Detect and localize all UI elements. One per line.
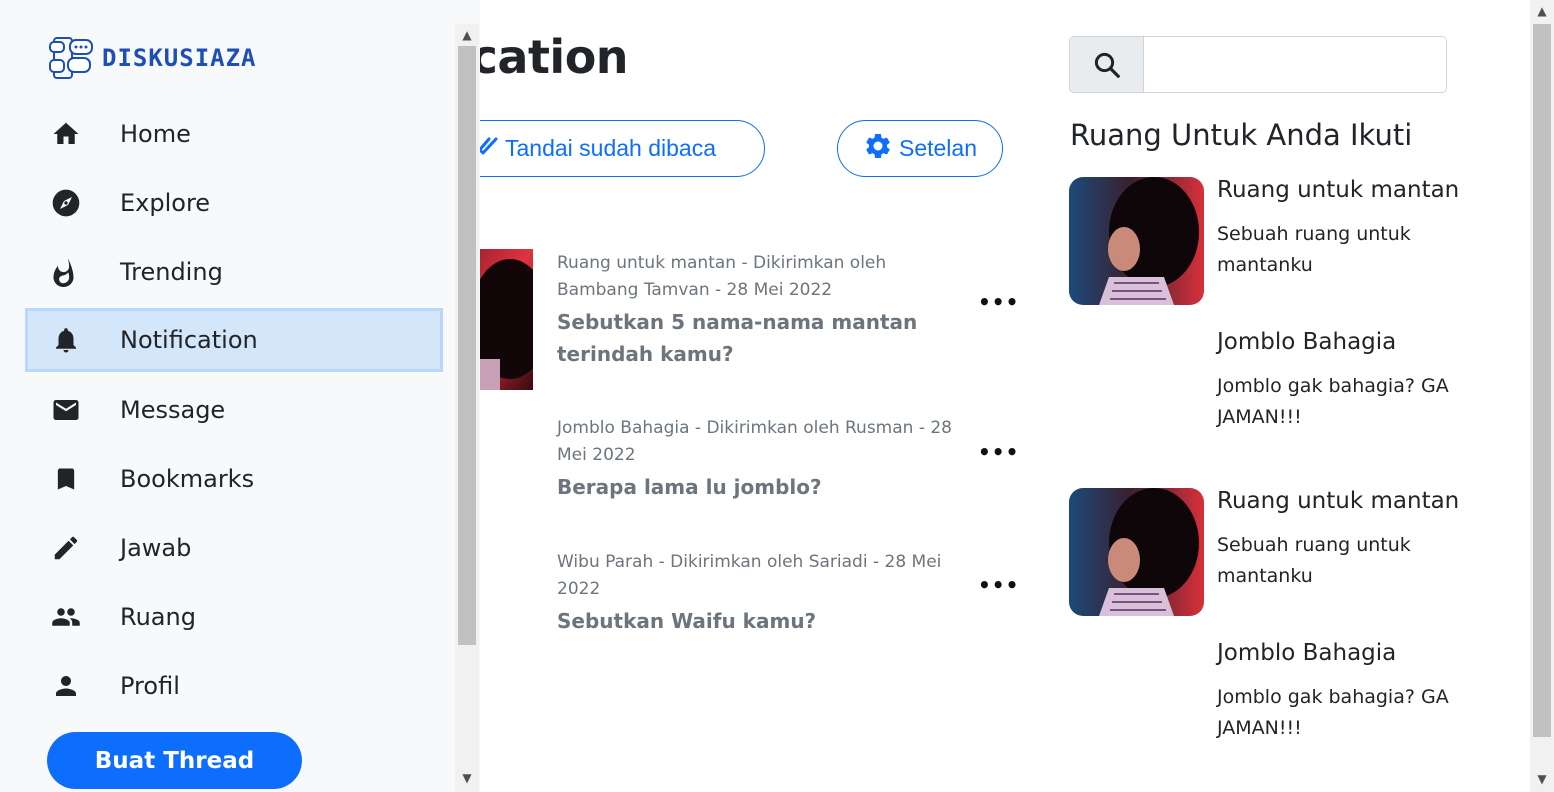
rooms-to-follow-title: Ruang Untuk Anda Ikuti bbox=[1070, 118, 1413, 152]
settings-button[interactable]: Setelan bbox=[837, 120, 1003, 177]
pencil-icon bbox=[49, 531, 83, 565]
people-icon bbox=[49, 600, 83, 634]
mail-icon bbox=[49, 393, 83, 427]
room-name[interactable]: Ruang untuk mantan bbox=[1217, 177, 1459, 203]
sidebar-item-label: Jawab bbox=[120, 534, 192, 562]
sidebar-item-label: Notification bbox=[120, 326, 258, 354]
notification-meta: Jomblo Bahagia - Dikirimkan oleh Rusman … bbox=[557, 418, 953, 465]
search-icon[interactable] bbox=[1070, 37, 1144, 92]
sidebar-item-label: Explore bbox=[120, 189, 211, 217]
sidebar-item-label: Message bbox=[120, 396, 226, 424]
sidebar-scroll-thumb[interactable] bbox=[458, 46, 476, 645]
more-options-icon[interactable]: ••• bbox=[978, 573, 1019, 597]
search-box[interactable] bbox=[1069, 36, 1447, 93]
sidebar-item-jawab[interactable]: Jawab bbox=[25, 516, 443, 580]
sidebar-item-label: Trending bbox=[120, 258, 223, 286]
notification-item[interactable]: Ruang untuk mantan - Dikirimkan oleh Bam… bbox=[557, 250, 967, 370]
mark-read-label: Tandai sudah dibaca bbox=[505, 135, 716, 161]
sidebar-item-label: Profil bbox=[120, 672, 180, 700]
room-description: Sebuah ruang untuk mantanku bbox=[1217, 534, 1411, 587]
sidebar-item-trending[interactable]: Trending bbox=[25, 240, 443, 304]
gear-icon bbox=[863, 131, 893, 167]
notification-item[interactable]: Wibu Parah - Dikirimkan oleh Sariadi - 2… bbox=[557, 549, 967, 637]
room-thumbnail bbox=[1069, 177, 1204, 305]
sidebar-scrollbar[interactable]: ▲ ▼ bbox=[455, 24, 479, 792]
room-suggestion[interactable]: Jomblo Bahagia Jomblo gak bahagia? GA JA… bbox=[1069, 640, 1489, 780]
fire-icon bbox=[49, 255, 83, 289]
sidebar-item-label: Bookmarks bbox=[120, 465, 255, 493]
brand-logo[interactable]: DISKUSIAZA bbox=[48, 34, 257, 82]
home-icon bbox=[49, 117, 83, 151]
room-suggestion[interactable]: Jomblo Bahagia Jomblo gak bahagia? GA JA… bbox=[1069, 329, 1489, 469]
bell-icon bbox=[49, 323, 83, 357]
notification-question[interactable]: Berapa lama lu jomblo? bbox=[557, 471, 967, 503]
scroll-down-arrow-icon[interactable]: ▼ bbox=[1530, 772, 1554, 786]
notification-question[interactable]: Sebutkan Waifu kamu? bbox=[557, 605, 967, 637]
room-description: Jomblo gak bahagia? GA JAMAN!!! bbox=[1217, 375, 1449, 428]
room-name[interactable]: Jomblo Bahagia bbox=[1217, 329, 1396, 355]
room-description: Sebuah ruang untuk mantanku bbox=[1217, 223, 1411, 276]
sidebar-item-label: Home bbox=[120, 120, 191, 148]
scroll-up-arrow-icon[interactable]: ▲ bbox=[455, 28, 479, 42]
room-thumbnail bbox=[1069, 488, 1204, 616]
scroll-down-arrow-icon[interactable]: ▼ bbox=[455, 771, 479, 785]
more-options-icon[interactable]: ••• bbox=[978, 440, 1019, 464]
bookmark-icon bbox=[49, 462, 83, 496]
page-scroll-thumb[interactable] bbox=[1533, 24, 1551, 737]
more-options-icon[interactable]: ••• bbox=[978, 290, 1019, 314]
notification-question[interactable]: Sebutkan 5 nama-nama mantan terindah kam… bbox=[557, 306, 967, 370]
sidebar-item-explore[interactable]: Explore bbox=[25, 171, 443, 235]
room-suggestion[interactable]: Ruang untuk mantan Sebuah ruang untuk ma… bbox=[1069, 488, 1489, 628]
chat-bubbles-icon bbox=[49, 37, 93, 79]
room-description: Jomblo gak bahagia? GA JAMAN!!! bbox=[1217, 686, 1449, 739]
notification-item[interactable]: Jomblo Bahagia - Dikirimkan oleh Rusman … bbox=[557, 415, 967, 503]
sidebar-item-home[interactable]: Home bbox=[25, 102, 443, 166]
sidebar-item-ruang[interactable]: Ruang bbox=[25, 585, 443, 649]
search-input[interactable] bbox=[1144, 37, 1446, 92]
sidebar-item-message[interactable]: Message bbox=[25, 378, 443, 442]
notification-meta: Ruang untuk mantan - Dikirimkan oleh Bam… bbox=[557, 253, 887, 300]
page-scrollbar[interactable]: ▲ ▼ bbox=[1530, 0, 1554, 792]
sidebar: DISKUSIAZA Home Explore Trending Notific… bbox=[0, 0, 480, 792]
sidebar-item-label: Ruang bbox=[120, 603, 196, 631]
settings-label: Setelan bbox=[898, 135, 977, 161]
brand-name: DISKUSIAZA bbox=[102, 44, 257, 72]
sidebar-item-bookmarks[interactable]: Bookmarks bbox=[25, 447, 443, 511]
scroll-up-arrow-icon[interactable]: ▲ bbox=[1530, 4, 1554, 18]
sidebar-item-notification[interactable]: Notification bbox=[25, 308, 443, 372]
room-name[interactable]: Jomblo Bahagia bbox=[1217, 640, 1396, 666]
compass-icon bbox=[49, 186, 83, 220]
create-thread-button[interactable]: Buat Thread bbox=[47, 732, 302, 789]
person-icon bbox=[49, 669, 83, 703]
notification-meta: Wibu Parah - Dikirimkan oleh Sariadi - 2… bbox=[557, 552, 942, 599]
room-name[interactable]: Ruang untuk mantan bbox=[1217, 488, 1459, 514]
room-suggestion[interactable]: Ruang untuk mantan Sebuah ruang untuk ma… bbox=[1069, 177, 1489, 317]
sidebar-item-profil[interactable]: Profil bbox=[25, 654, 443, 718]
